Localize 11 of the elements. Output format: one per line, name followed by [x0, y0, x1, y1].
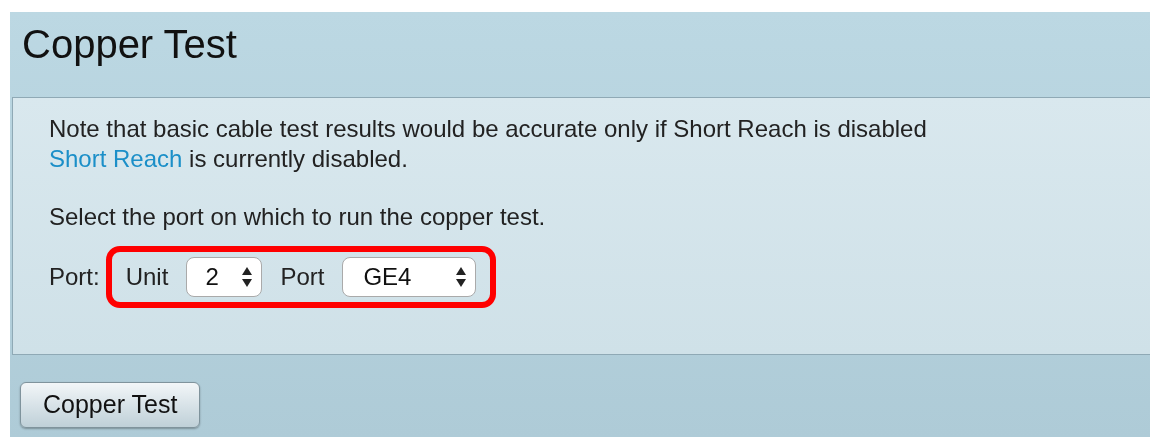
- up-down-icon: [241, 266, 254, 288]
- dropdown-select[interactable]: GE4: [342, 257, 477, 297]
- up-down-icon: [455, 266, 468, 288]
- select-label: Port: [280, 262, 325, 292]
- note-text: Note that basic cable test results would be accurate only if Short Reach is disabled Short Reach is currently disabled.: [49, 114, 927, 174]
- instruction-text: Select the port on which to run the copper test.: [49, 202, 546, 232]
- select-label: Unit: [125, 262, 169, 292]
- page-title: Copper Test: [22, 21, 237, 68]
- dropdown-select[interactable]: 2: [186, 257, 263, 297]
- copper-test-button[interactable]: Copper Test: [20, 382, 201, 428]
- port-label: Port:: [49, 262, 100, 292]
